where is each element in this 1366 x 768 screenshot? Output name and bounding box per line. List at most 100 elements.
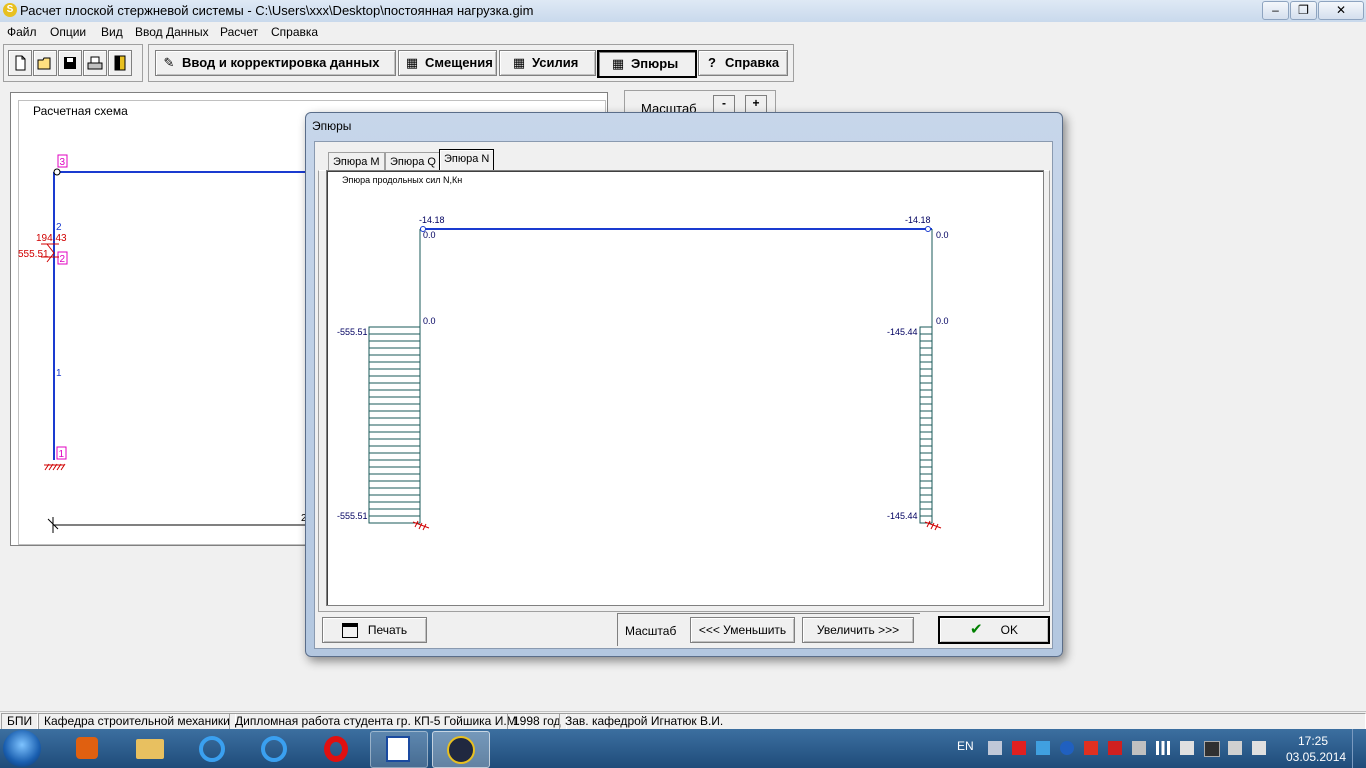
app-icon[interactable]: S — [3, 3, 17, 17]
tab-diagram-q[interactable]: Эпюра Q — [385, 152, 441, 171]
tray-acrobat-icon[interactable] — [1108, 741, 1122, 755]
checkmark-icon: ✔ — [970, 621, 983, 638]
question-icon: ? — [708, 55, 716, 70]
tab-diagram-n[interactable]: Эпюра N — [439, 149, 495, 172]
clock-time[interactable]: 17:25 — [1298, 734, 1328, 748]
support-hatch-icon — [924, 520, 942, 531]
print-diagram-button[interactable]: Печать — [322, 617, 427, 643]
ie-icon[interactable] — [184, 731, 240, 766]
diagram-hinge-right — [925, 226, 931, 232]
tray-network-icon[interactable] — [1036, 741, 1050, 755]
label-top-left: -14.18 — [419, 215, 445, 225]
status-year: 1998 год — [507, 713, 567, 730]
file-explorer-icon[interactable] — [122, 731, 178, 766]
status-bar: БПИ Кафедра строительной механики Диплом… — [0, 711, 1366, 730]
menu-help[interactable]: Справка — [271, 25, 318, 39]
menu-bar: Файл Опции Вид Ввод Данных Расчет Справк… — [0, 22, 1366, 42]
support-hatch-icon — [44, 463, 66, 471]
status-bpi: БПИ — [1, 713, 39, 730]
displacements-button[interactable]: ▦ Смещения — [398, 50, 497, 76]
decrease-scale-button[interactable]: <<< Уменьшить — [690, 617, 795, 643]
member-label-1: 1 — [56, 368, 62, 379]
maximize-button[interactable]: ❐ — [1290, 1, 1317, 20]
node-label-1: 1 — [59, 449, 65, 460]
status-department: Кафедра строительной механики — [38, 713, 236, 730]
scale-label: Масштаб — [625, 624, 677, 638]
diagrams-button[interactable]: ▦ Эпюры — [597, 50, 697, 78]
dialog-body: Эпюра M Эпюра Q Эпюра N Эпюра продольных… — [314, 141, 1053, 649]
menu-file[interactable]: Файл — [7, 25, 37, 39]
tray-pdf-icon[interactable] — [1012, 741, 1026, 755]
label-right-mid-zero: 0.0 — [936, 316, 949, 326]
left-column-diagram — [368, 326, 421, 524]
open-button[interactable] — [33, 50, 57, 76]
label-top-right: -14.18 — [905, 215, 931, 225]
forces-button[interactable]: ▦ Усилия — [499, 50, 596, 76]
axial-force-diagram: -14.18 -14.18 0.0 0.0 0.0 0.0 -555.51 -5… — [337, 215, 949, 531]
ok-button[interactable]: ✔ OK — [938, 616, 1050, 644]
tray-display-icon[interactable] — [1204, 741, 1220, 757]
menu-view[interactable]: Вид — [101, 25, 123, 39]
print-diagram-label: Печать — [367, 623, 408, 637]
start-orb-icon[interactable] — [3, 730, 41, 767]
displacements-label: Смещения — [425, 55, 493, 70]
ok-label: OK — [1000, 623, 1018, 637]
tray-monitor-icon[interactable] — [988, 741, 1002, 755]
support-hatch-icon — [412, 520, 430, 531]
open-folder-icon — [37, 57, 51, 70]
tray-office-icon[interactable] — [1084, 741, 1098, 755]
menu-options[interactable]: Опции — [50, 25, 86, 39]
edit-pencil-icon: ✎ — [163, 55, 175, 70]
diagrams-label: Эпюры — [631, 56, 679, 71]
save-disk-icon — [64, 57, 76, 69]
input-data-button[interactable]: ✎ Ввод и корректировка данных — [155, 50, 396, 76]
media-player-icon[interactable] — [60, 731, 116, 766]
opera-icon[interactable] — [308, 731, 364, 766]
menu-input-data[interactable]: Ввод Данных — [135, 25, 209, 39]
label-left-upper: -555.51 — [337, 327, 368, 337]
help-button[interactable]: ? Справка — [698, 50, 788, 76]
right-column-diagram — [919, 326, 933, 524]
ie-icon[interactable] — [246, 731, 302, 766]
clock-date[interactable]: 03.05.2014 — [1286, 750, 1346, 764]
menu-calculation[interactable]: Расчет — [220, 25, 258, 39]
minimize-button[interactable]: – — [1262, 1, 1289, 20]
tray-volume-icon[interactable] — [1180, 741, 1194, 755]
word-icon[interactable] — [370, 731, 428, 768]
calculator-icon: ▦ — [611, 56, 625, 71]
label-left-mid-zero: 0.0 — [423, 316, 436, 326]
print-icon — [87, 56, 103, 70]
save-button[interactable] — [58, 50, 82, 76]
tab-diagram-m[interactable]: Эпюра M — [328, 152, 385, 171]
tray-safely-remove-icon[interactable] — [1228, 741, 1242, 755]
print-button[interactable] — [83, 50, 107, 76]
hinge-node-3[interactable] — [53, 168, 61, 176]
exit-button[interactable] — [108, 50, 132, 76]
diagrams-dialog: Эпюры Эпюра M Эпюра Q Эпюра N Эпюра прод… — [305, 112, 1063, 657]
diagram-plot-frame: Эпюра продольных сил N,Кн -14.18 -14.18 … — [326, 170, 1044, 606]
load-label-555: 555.51 — [18, 249, 49, 260]
label-left-lower: -555.51 — [337, 511, 368, 521]
close-button[interactable]: ✕ — [1318, 1, 1364, 20]
tray-usb-icon[interactable] — [1132, 741, 1146, 755]
new-file-button[interactable] — [8, 50, 32, 76]
sirius-icon[interactable] — [432, 731, 490, 768]
tray-flag-icon[interactable] — [1252, 741, 1266, 755]
show-desktop-button[interactable] — [1352, 729, 1366, 768]
input-data-label: Ввод и корректировка данных — [182, 55, 380, 70]
member-label-2: 2 — [56, 222, 62, 233]
label-right-upper: -145.44 — [887, 327, 918, 337]
tray-signal-icon[interactable] — [1156, 741, 1170, 755]
node-label-3: 3 — [60, 157, 66, 168]
label-right-top-zero: 0.0 — [936, 230, 949, 240]
tray-power-icon[interactable] — [1060, 741, 1074, 755]
increase-scale-button[interactable]: Увеличить >>> — [802, 617, 914, 643]
language-indicator[interactable]: EN — [957, 739, 974, 753]
status-thesis: Дипломная работа студента гр. КП-5 Гойши… — [229, 713, 526, 730]
forces-label: Усилия — [532, 55, 579, 70]
status-head: Зав. кафедрой Игнатюк В.И. — [559, 713, 1366, 730]
exit-door-icon — [114, 55, 126, 71]
label-left-top-zero: 0.0 — [423, 230, 436, 240]
window-title-bar: S Расчет плоской стержневой системы - C:… — [0, 0, 1366, 22]
calculator-icon: ▦ — [405, 55, 419, 70]
